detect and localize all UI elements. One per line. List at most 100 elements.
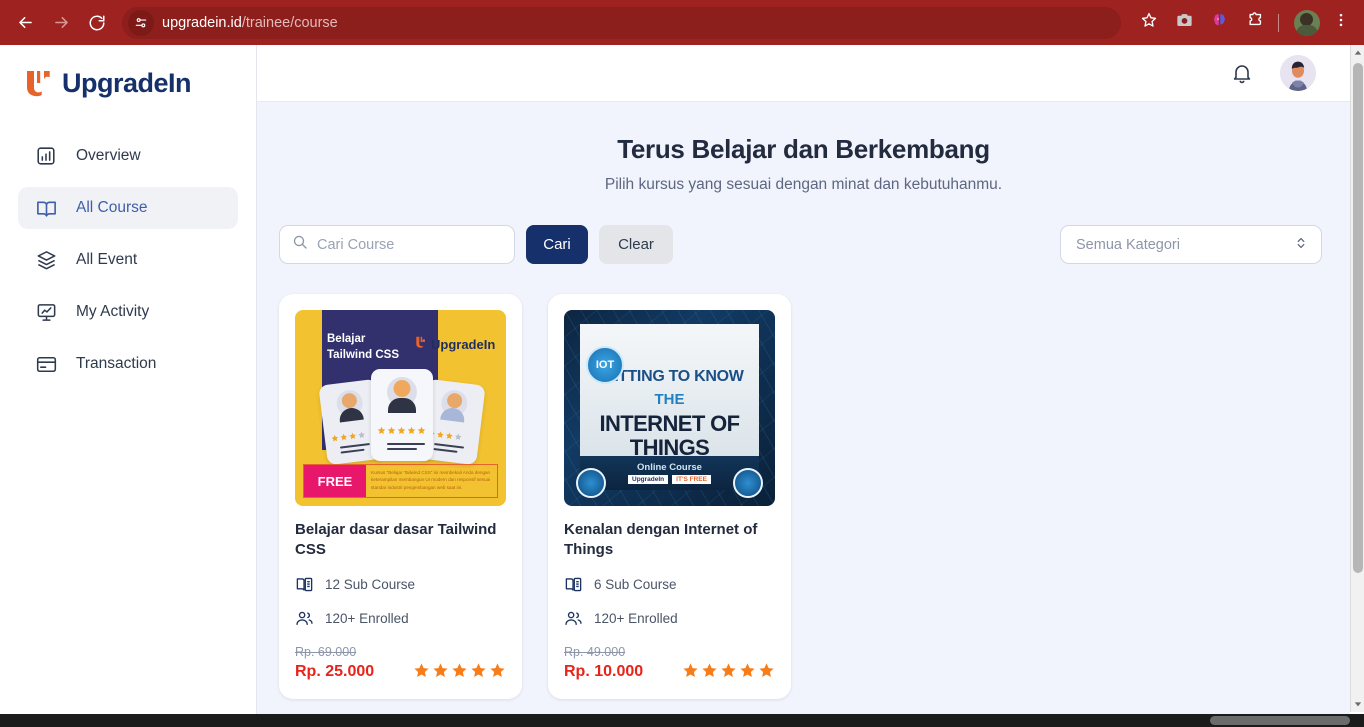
browser-toolbar: upgradein.id/trainee/course <box>0 0 1364 45</box>
reload-icon <box>88 14 106 32</box>
avatar-body <box>388 398 416 413</box>
course-price-row: Rp. 69.000 Rp. 25.000 <box>295 645 506 681</box>
page-subtitle: Pilih kursus yang sesuai dengan minat da… <box>604 176 1003 193</box>
course-sub-count: 12 Sub Course <box>295 575 506 594</box>
filter-toolbar: Cari Clear Semua Kategori <box>257 194 1350 264</box>
user-avatar[interactable] <box>1280 55 1316 91</box>
back-button[interactable] <box>8 6 42 40</box>
text-lines <box>387 443 425 453</box>
bookmark-button[interactable] <box>1134 8 1164 38</box>
sidebar-item-label: My Activity <box>76 303 150 320</box>
sidebar-item-all-course[interactable]: All Course <box>18 187 238 229</box>
browser-menu-button[interactable] <box>1326 8 1356 38</box>
course-price-block: Rp. 69.000 Rp. 25.000 <box>295 645 374 681</box>
layers-icon <box>34 248 58 272</box>
chrome-profile-avatar <box>1294 9 1320 36</box>
thumbnail-line-3: INTERNET OF THINGS <box>599 411 740 460</box>
url-text: upgradein.id/trainee/course <box>162 15 338 31</box>
site-settings-icon[interactable] <box>128 9 154 36</box>
star-filled-icon <box>759 663 774 678</box>
sidebar-item-transaction[interactable]: Transaction <box>18 343 238 385</box>
chrome-profile-button[interactable] <box>1291 8 1321 38</box>
star-filled-icon <box>471 663 486 678</box>
course-price-row: Rp. 49.000 Rp. 10.000 <box>564 645 775 681</box>
upgradein-logo-icon <box>24 67 54 99</box>
top-bar <box>257 45 1350 102</box>
chevron-up-down-icon <box>1294 235 1308 255</box>
thumbnail-art-iot: IOT GETTING TO KNOW THE INTERNET OF THIN… <box>564 310 775 506</box>
sidebar-item-all-event[interactable]: All Event <box>18 239 238 281</box>
review-card <box>371 369 433 461</box>
avatar-face <box>393 380 411 397</box>
course-title: Belajar dasar dasar Tailwind CSS <box>295 521 497 558</box>
chart-bar-icon <box>34 144 58 168</box>
vertical-scrollbar[interactable] <box>1350 45 1364 712</box>
search-submit-button[interactable]: Cari <box>526 225 588 264</box>
course-price-old: Rp. 49.000 <box>564 645 626 659</box>
camera-button[interactable] <box>1169 8 1199 38</box>
star-filled-icon <box>433 663 448 678</box>
course-card-body: Belajar dasar dasar Tailwind CSS 12 Sub … <box>279 506 522 699</box>
main-content: Terus Belajar dan Berkembang Pilih kursu… <box>257 45 1350 722</box>
category-select[interactable]: Semua Kategori <box>1060 225 1322 264</box>
extensions-puzzle-icon <box>1245 11 1264 35</box>
ai-button[interactable] <box>1204 8 1234 38</box>
clear-filters-button[interactable]: Clear <box>599 225 673 264</box>
star-filled-icon <box>740 663 755 678</box>
extensions-button[interactable] <box>1239 8 1269 38</box>
course-rating-stars <box>413 662 506 681</box>
ai-brain-icon <box>1210 11 1229 35</box>
course-enrolled: 120+ Enrolled <box>295 609 506 628</box>
horizontal-scrollbar[interactable] <box>0 714 1364 727</box>
book-open-icon <box>34 196 58 220</box>
iot-decor-icon-right <box>733 468 763 498</box>
brand-logo[interactable]: UpgradeIn <box>0 45 256 99</box>
book-icon <box>295 575 314 594</box>
course-card-body: Kenalan dengan Internet of Things 6 Sub … <box>548 506 791 699</box>
scroll-up-arrow-icon[interactable] <box>1351 45 1364 61</box>
course-price-old: Rp. 69.000 <box>295 645 357 659</box>
course-rating-stars <box>682 662 775 681</box>
course-price-new: Rp. 10.000 <box>564 663 644 680</box>
star-filled-icon <box>452 663 467 678</box>
book-icon <box>564 575 583 594</box>
course-list: Belajar Tailwind CSS UpgradeIn FREE Kurs… <box>257 264 1350 699</box>
thumbnail-free-banner: FREE Kursus "Belajar Tailwind CSS" ini m… <box>303 464 498 498</box>
course-sub-count-label: 12 Sub Course <box>325 577 416 592</box>
sidebar-item-my-activity[interactable]: My Activity <box>18 291 238 333</box>
camera-icon <box>1175 11 1194 35</box>
star-filled-icon <box>414 663 429 678</box>
thumbnail-brand-label: UpgradeIn <box>431 337 496 352</box>
sidebar-item-label: Overview <box>76 147 141 164</box>
course-card[interactable]: IOT GETTING TO KNOW THE INTERNET OF THIN… <box>548 294 791 699</box>
course-price-new: Rp. 25.000 <box>295 663 375 680</box>
notification-bell-icon[interactable] <box>1230 61 1254 85</box>
course-sub-count: 6 Sub Course <box>564 575 775 594</box>
forward-arrow-icon <box>52 13 71 32</box>
vertical-scrollbar-thumb[interactable] <box>1353 63 1363 573</box>
course-title: Kenalan dengan Internet of Things <box>564 521 758 558</box>
course-card[interactable]: Belajar Tailwind CSS UpgradeIn FREE Kurs… <box>279 294 522 699</box>
scroll-down-arrow-icon[interactable] <box>1351 696 1364 712</box>
rating-stars <box>330 430 366 442</box>
credit-card-icon <box>34 352 58 376</box>
thumbnail-brand-label: UpgradeIn <box>628 475 669 484</box>
presentation-chart-icon <box>34 300 58 324</box>
thumbnail-free-tag: IT'S FREE <box>672 475 711 484</box>
sidebar-item-overview[interactable]: Overview <box>18 135 238 177</box>
thumbnail-art-tailwind: Belajar Tailwind CSS UpgradeIn FREE Kurs… <box>295 310 506 506</box>
iot-decor-icon-left <box>576 468 606 498</box>
search-icon <box>292 234 308 255</box>
search-box[interactable] <box>279 225 515 264</box>
star-filled-icon <box>490 663 505 678</box>
text-lines <box>339 443 371 457</box>
star-filled-icon <box>721 663 736 678</box>
horizontal-scrollbar-thumb[interactable] <box>1210 716 1350 725</box>
url-domain: upgradein.id <box>162 14 242 31</box>
sidebar-item-label: All Event <box>76 251 138 268</box>
forward-button[interactable] <box>44 6 78 40</box>
reload-button[interactable] <box>80 6 114 40</box>
course-thumbnail: Belajar Tailwind CSS UpgradeIn FREE Kurs… <box>295 310 506 506</box>
search-input[interactable] <box>317 236 502 253</box>
address-bar[interactable]: upgradein.id/trainee/course <box>122 6 1121 39</box>
